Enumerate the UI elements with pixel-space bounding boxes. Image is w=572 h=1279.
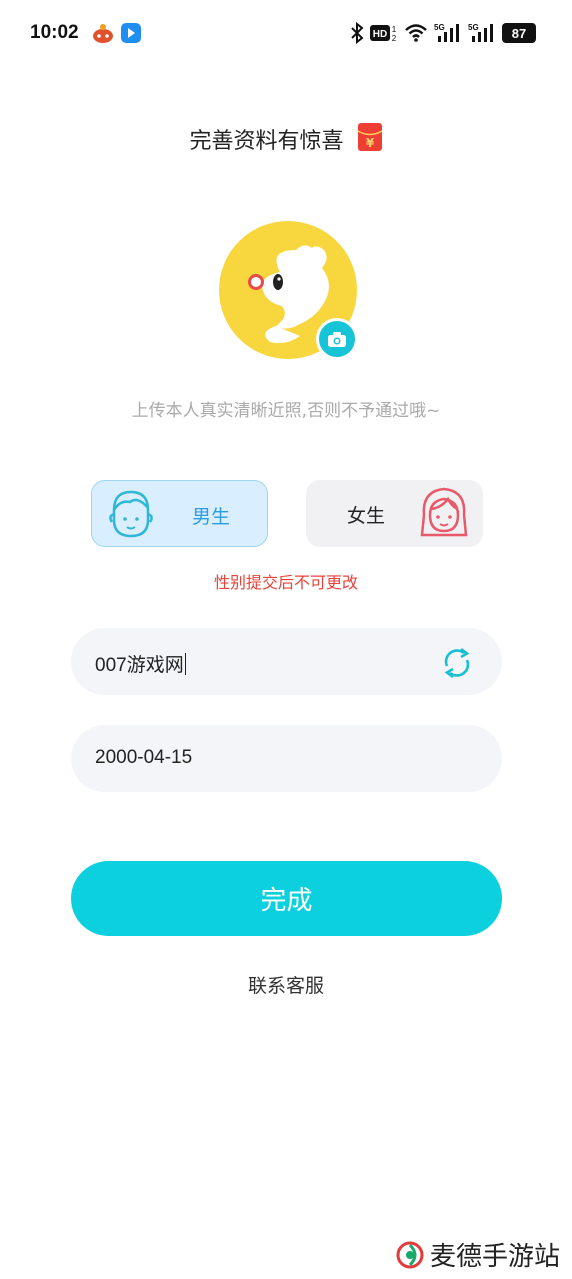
girl-face-icon <box>420 487 468 537</box>
camera-button[interactable] <box>316 318 358 360</box>
page-title: 完善资料有惊喜 ¥ <box>0 122 572 155</box>
watermark-text: 麦德手游站 <box>429 1242 560 1272</box>
nickname-value: 007游戏网 <box>95 655 184 676</box>
watermark: 麦德手游站 <box>396 1236 560 1273</box>
camera-icon <box>328 331 346 347</box>
svg-text:¥: ¥ <box>365 136 374 150</box>
status-bar: 10:02 HD 1 2 5G 5G 87 <box>0 0 572 70</box>
signal-5g-icon: 5G <box>434 23 459 42</box>
gender-male-label: 男生 <box>192 506 231 528</box>
nickname-value-wrap: 007游戏网 <box>95 650 187 677</box>
svg-text:5G: 5G <box>468 23 479 32</box>
gender-male-option[interactable]: 男生 <box>91 480 268 547</box>
gender-female-option[interactable]: 女生 <box>306 480 483 547</box>
signal-5g-icon: 5G <box>468 23 493 42</box>
svg-text:5G: 5G <box>434 23 445 32</box>
watermark-logo-icon <box>396 1241 424 1268</box>
status-left-icons <box>92 22 142 44</box>
text-caret <box>184 653 187 675</box>
status-right-icons: HD 1 2 5G 5G 87 <box>350 22 536 44</box>
submit-button[interactable]: 完成 <box>71 861 502 936</box>
gender-warning: 性别提交后不可更改 <box>213 573 358 592</box>
birthday-field[interactable]: 2000-04-15 <box>71 725 502 792</box>
nickname-field[interactable]: 007游戏网 <box>71 628 502 695</box>
gender-female-label: 女生 <box>347 505 386 527</box>
page-title-text: 完善资料有惊喜 <box>189 129 344 154</box>
red-packet-icon: ¥ <box>357 123 382 151</box>
blue-app-icon <box>121 23 141 43</box>
contact-support-link[interactable]: 联系客服 <box>0 971 572 998</box>
avatar-hint: 上传本人真实清晰近照,否则不予通过哦~ <box>131 401 441 421</box>
battery-indicator: 87 <box>502 23 536 43</box>
birthday-value: 2000-04-15 <box>95 747 193 768</box>
svg-text:HD: HD <box>373 29 387 40</box>
boy-face-icon <box>109 490 153 538</box>
wifi-icon <box>405 24 427 42</box>
svg-text:1: 1 <box>392 25 397 34</box>
svg-text:2: 2 <box>392 34 397 43</box>
hd-icon: HD 1 2 <box>370 25 397 43</box>
bluetooth-icon <box>351 22 364 44</box>
refresh-icon[interactable] <box>440 646 474 680</box>
app-notification-icon <box>93 24 113 43</box>
status-time: 10:02 <box>30 22 79 43</box>
